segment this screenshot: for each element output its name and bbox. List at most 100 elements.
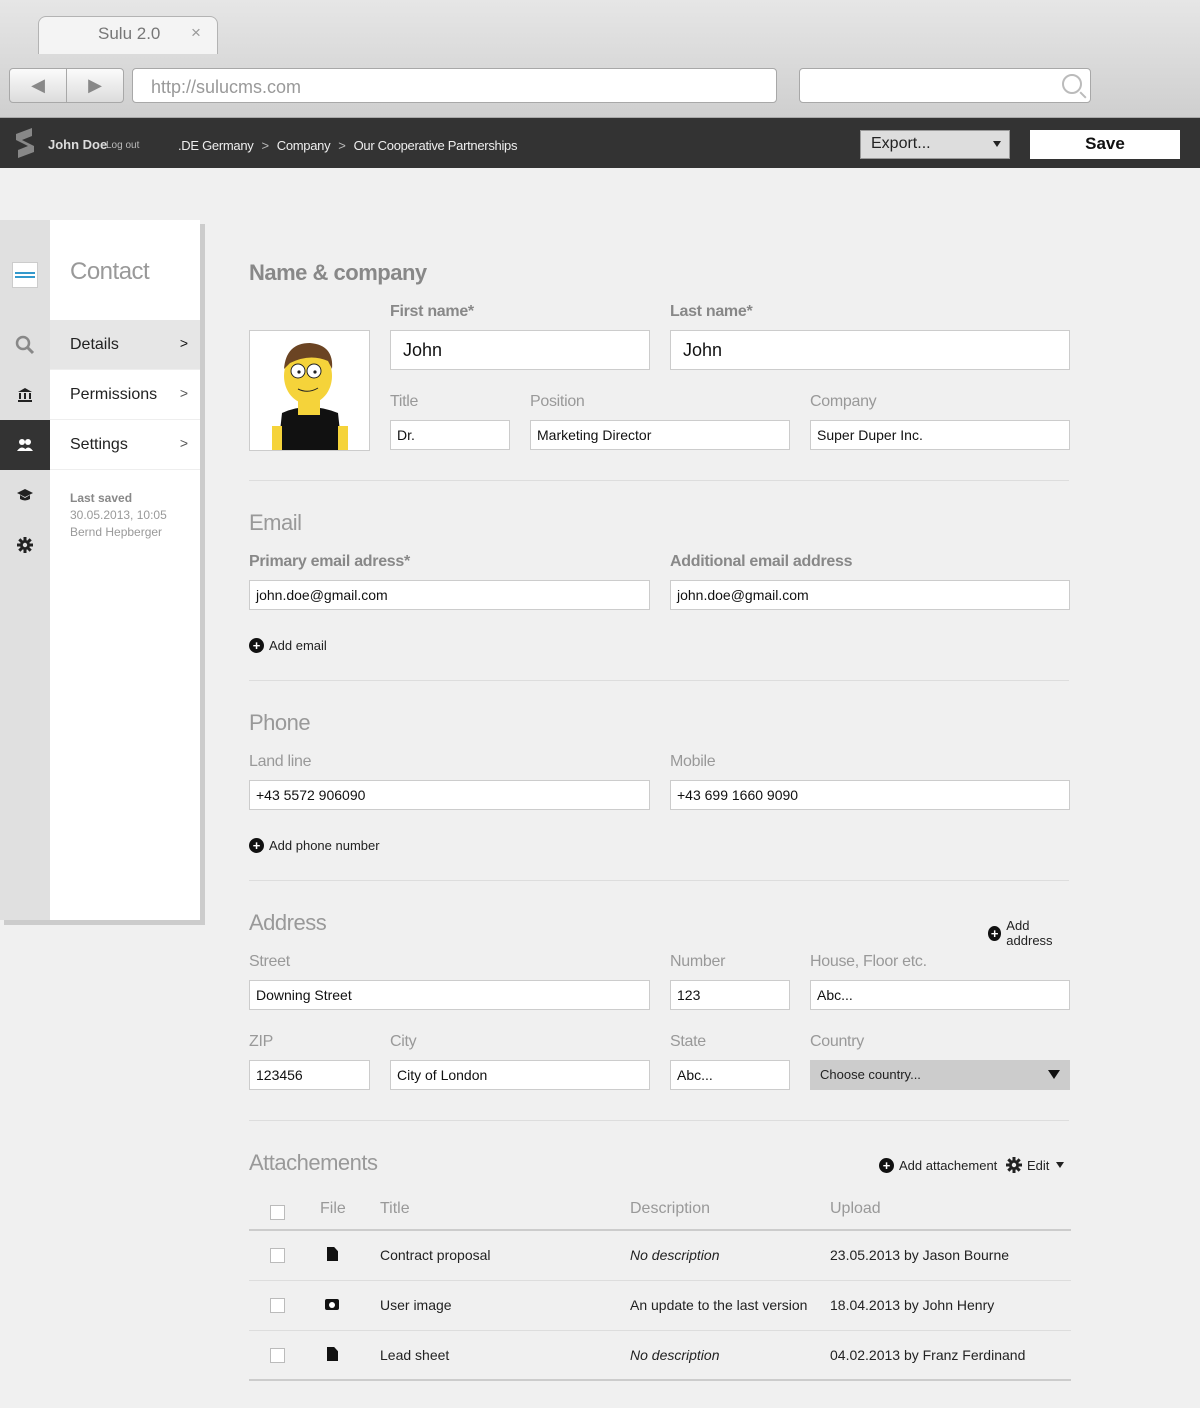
row-upload: 23.05.2013 by Jason Bourne [830,1247,1010,1263]
document-icon [327,1247,338,1261]
sulu-logo-icon[interactable] [14,128,36,158]
caret-down-icon [993,141,1001,147]
url-bar[interactable]: http://sulucms.com [132,68,777,103]
mobile-input[interactable]: +43 699 1660 9090 [670,780,1070,810]
section-title-attachments: Attachements [249,1150,378,1175]
tab-close-icon[interactable]: × [191,23,201,43]
country-label: Country [810,1033,864,1050]
save-button[interactable]: Save [1030,130,1180,159]
number-input[interactable]: 123 [670,980,790,1010]
search-icon[interactable] [0,320,50,370]
add-email-button[interactable]: + Add email [249,638,327,653]
panel-shadow [200,224,205,924]
last-saved-info: Last saved 30.05.2013, 10:05 Bernd Hepbe… [70,490,167,541]
plus-circle-icon: + [249,838,264,853]
add-address-button[interactable]: + Add address [988,918,1071,948]
row-checkbox[interactable] [270,1348,285,1363]
add-attachment-button[interactable]: + Add attachement [879,1158,997,1173]
first-name-label: First name* [390,303,474,320]
last-name-input[interactable]: John [670,330,1070,370]
country-select[interactable]: Choose country... [810,1060,1070,1090]
edit-dropdown[interactable]: Edit [1006,1157,1065,1173]
street-input[interactable]: Downing Street [249,980,650,1010]
back-button[interactable]: ◀ [10,69,67,102]
column-header-file[interactable]: File [320,1200,346,1218]
select-all-checkbox[interactable] [270,1205,285,1220]
chevron-right-icon: > [179,335,188,351]
add-address-label: Add address [1006,918,1053,948]
breadcrumb-item[interactable]: .DE Germany [178,138,254,153]
state-input[interactable]: Abc... [670,1060,790,1090]
primary-email-input[interactable]: john.doe@gmail.com [249,580,650,610]
chevron-right-icon: > [338,138,346,153]
breadcrumb: .DE Germany > Company > Our Cooperative … [178,138,517,153]
row-description: No description [630,1247,720,1263]
nav-buttons: ◀ ▶ [9,68,124,103]
table-row[interactable]: Contract proposal No description 23.05.2… [249,1229,1071,1279]
camera-icon [325,1299,339,1310]
sidebar-item-details[interactable]: Details > [50,320,200,370]
plus-circle-icon: + [988,925,1002,941]
zip-input[interactable]: 123456 [249,1060,370,1090]
last-name-label: Last name* [670,303,753,320]
section-divider [249,1120,1069,1121]
tab-title[interactable]: Sulu 2.0 [98,24,160,44]
breadcrumb-item[interactable]: Company [277,138,331,153]
caret-down-icon [1056,1162,1065,1168]
section-title-email: Email [249,510,302,535]
gear-icon [1006,1157,1022,1173]
add-attachment-label: Add attachement [899,1158,998,1173]
panel-shadow [4,920,205,925]
plus-circle-icon: + [879,1158,894,1173]
side-panel: Contact Details > Permissions > Settings… [50,220,200,920]
company-input[interactable]: Super Duper Inc. [810,420,1070,450]
city-input[interactable]: City of London [390,1060,650,1090]
chevron-right-icon: > [261,138,269,153]
number-label: Number [670,953,726,970]
forward-button[interactable]: ▶ [67,69,123,102]
landline-input[interactable]: +43 5572 906090 [249,780,650,810]
title-input[interactable]: Dr. [390,420,510,450]
row-checkbox[interactable] [270,1298,285,1313]
breadcrumb-item[interactable]: Our Cooperative Partnerships [354,138,518,153]
institution-icon[interactable] [0,370,50,420]
first-name-input[interactable]: John [390,330,650,370]
column-header-upload[interactable]: Upload [830,1200,881,1218]
row-title: Contract proposal [380,1247,491,1263]
graduation-cap-icon[interactable] [0,470,50,520]
row-title: Lead sheet [380,1347,450,1363]
section-divider [249,480,1069,481]
avatar[interactable] [249,330,370,451]
row-checkbox[interactable] [270,1248,285,1263]
user-name[interactable]: John Doe [48,137,107,152]
sidebar-item-permissions[interactable]: Permissions > [50,370,200,420]
table-row[interactable]: Lead sheet No description 04.02.2013 by … [249,1330,1071,1381]
site-logo-icon[interactable] [0,250,50,300]
table-row[interactable]: User image An update to the last version… [249,1280,1071,1330]
caret-down-icon [1048,1070,1060,1079]
additional-email-input[interactable]: john.doe@gmail.com [670,580,1070,610]
house-input[interactable]: Abc... [810,980,1070,1010]
position-input[interactable]: Marketing Director [530,420,790,450]
sidebar-item-settings[interactable]: Settings > [50,420,200,470]
gear-icon[interactable] [0,520,50,570]
add-phone-button[interactable]: + Add phone number [249,838,380,853]
section-title-name-company: Name & company [249,260,427,285]
browser-search-input[interactable] [799,68,1091,103]
contacts-icon[interactable] [0,420,50,470]
add-email-label: Add email [269,638,327,653]
sidebar-item-label: Permissions [70,386,158,403]
app-topbar: John Doe Log out .DE Germany > Company >… [0,118,1200,168]
export-dropdown[interactable]: Export... [860,130,1010,159]
logout-link[interactable]: Log out [106,140,139,151]
country-select-value: Choose country... [820,1067,921,1082]
section-title-phone: Phone [249,710,311,735]
sidebar-item-label: Details [70,336,119,353]
last-saved-by: Bernd Hepberger [70,525,163,539]
row-upload: 04.02.2013 by Franz Ferdinand [830,1347,1026,1363]
row-description: An update to the last version [630,1297,808,1313]
column-header-title[interactable]: Title [380,1200,410,1218]
add-phone-label: Add phone number [269,838,380,853]
column-header-description[interactable]: Description [630,1200,710,1218]
street-label: Street [249,953,290,970]
